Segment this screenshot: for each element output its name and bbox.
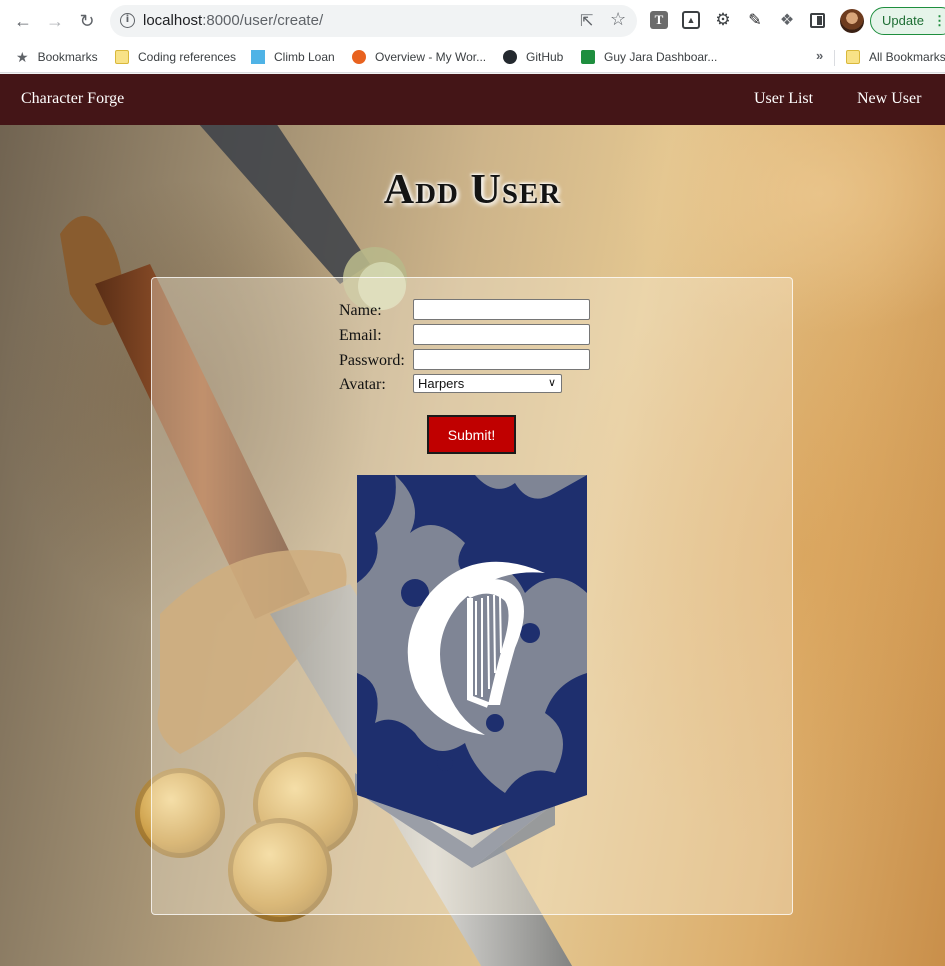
eyedropper-icon[interactable]: ✎ [746, 11, 764, 29]
sheets-icon [581, 50, 595, 64]
avatar-preview-banner [355, 475, 587, 868]
bookmark-guy-jara-dashboard[interactable]: Guy Jara Dashboar... [581, 48, 717, 66]
info-icon[interactable]: i [120, 13, 135, 28]
folder-icon [846, 50, 860, 64]
bookmark-overview[interactable]: Overview - My Wor... [352, 48, 486, 66]
text-extension-icon[interactable]: T [650, 11, 668, 29]
menu-dots-icon[interactable]: ⋮ [933, 8, 945, 34]
folder-icon [115, 50, 129, 64]
site-navbar: Character Forge User List New User [0, 74, 945, 125]
browser-toolbar: ← → ↻ i localhost:8000/user/create/ ⇱ ☆ … [0, 0, 945, 42]
address-bar[interactable]: i localhost:8000/user/create/ ⇱ ☆ [110, 5, 637, 37]
climb-loan-icon [251, 50, 265, 64]
more-bookmarks-chevron[interactable]: » [816, 48, 823, 63]
share-icon[interactable]: ⇱ [580, 11, 593, 31]
bookmarks-bar: ★ Bookmarks Coding references Climb Loan … [0, 42, 945, 73]
gear-extension-icon[interactable]: ⚙ [714, 10, 732, 29]
avatar-select-value: Harpers [418, 376, 465, 391]
avatar-select[interactable]: Harpers ∨ [413, 374, 562, 393]
extensions-puzzle-icon[interactable]: ❖ [778, 11, 796, 29]
bookmarks-divider [834, 50, 835, 66]
nav-user-list[interactable]: User List [754, 90, 813, 108]
bookmark-star-icon[interactable]: ☆ [610, 9, 626, 30]
back-arrow-icon[interactable]: ← [10, 8, 36, 34]
submit-button[interactable]: Submit! [427, 415, 516, 454]
page-title: Add User [383, 167, 562, 213]
star-icon: ★ [16, 48, 29, 65]
bookmark-coding-references[interactable]: Coding references [115, 48, 236, 66]
nav-new-user[interactable]: New User [857, 90, 921, 108]
password-input[interactable] [413, 349, 590, 370]
reload-icon[interactable]: ↻ [74, 8, 100, 34]
page-background: Character Forge User List New User Add U… [0, 74, 945, 966]
image-extension-icon[interactable]: ▲ [682, 11, 700, 29]
name-input[interactable] [413, 299, 590, 320]
bookmark-all-bookmarks[interactable]: All Bookmarks [846, 48, 945, 66]
forward-arrow-icon[interactable]: → [42, 8, 68, 34]
avatar-label: Avatar: [339, 376, 386, 393]
bookmark-climb-loan[interactable]: Climb Loan [251, 48, 335, 66]
overview-icon [352, 50, 366, 64]
chevron-down-icon: ∨ [547, 377, 556, 389]
url-text[interactable]: localhost:8000/user/create/ [143, 12, 323, 29]
bookmark-bookmarks[interactable]: ★ Bookmarks [16, 48, 98, 66]
side-panel-icon[interactable] [810, 13, 825, 28]
email-input[interactable] [413, 324, 590, 345]
profile-avatar[interactable] [840, 9, 864, 33]
password-label: Password: [339, 352, 405, 369]
email-label: Email: [339, 327, 382, 344]
update-button[interactable]: Update ⋮ [870, 7, 945, 35]
brand-link[interactable]: Character Forge [21, 90, 124, 108]
bookmark-github[interactable]: GitHub [503, 48, 563, 66]
name-label: Name: [339, 302, 382, 319]
github-icon [503, 50, 517, 64]
